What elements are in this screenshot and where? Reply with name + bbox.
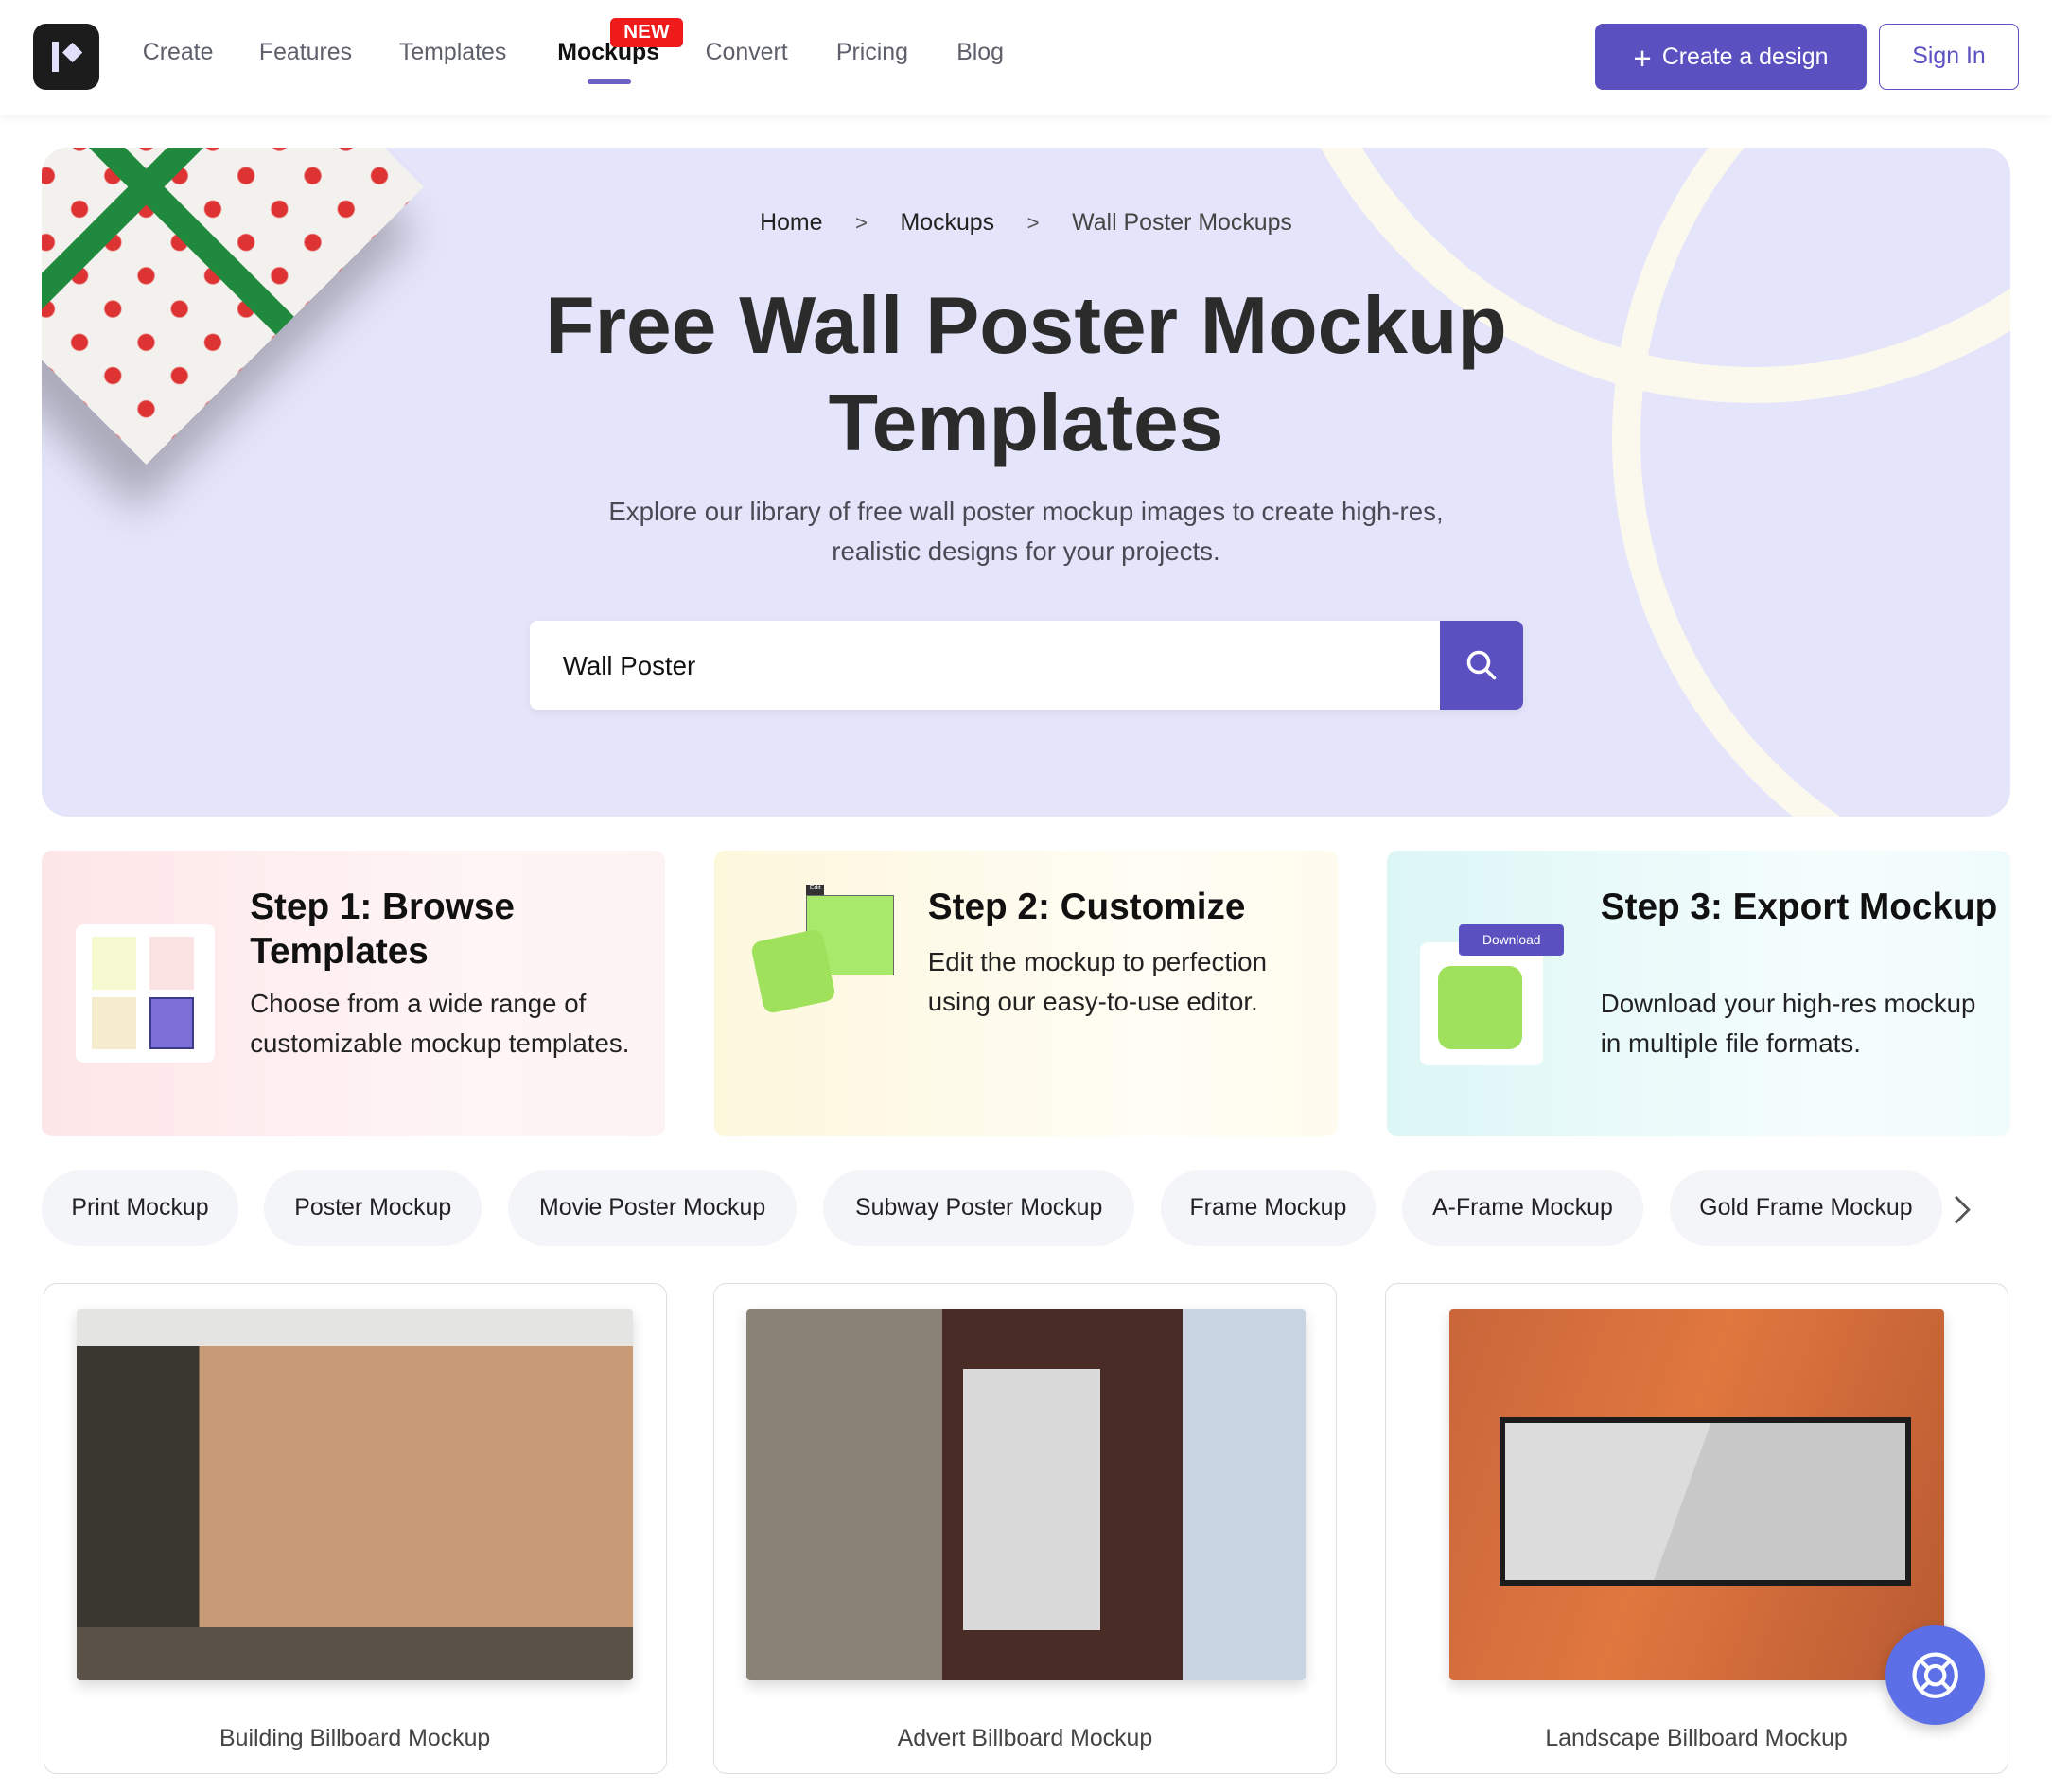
card-caption: Landscape Billboard Mockup (1545, 1724, 1848, 1751)
create-design-button[interactable]: + Create a design (1595, 23, 1867, 91)
step-title: Step 1: Browse Templates (250, 887, 515, 973)
mockup-card[interactable]: Advert Billboard Mockup (712, 1282, 1337, 1774)
breadcrumb-current: Wall Poster Mockups (1072, 209, 1292, 237)
search-bar (530, 620, 1524, 710)
new-badge: NEW (609, 18, 684, 47)
nav-pricing[interactable]: Pricing (836, 39, 908, 66)
desc-line: realistic designs for your projects. (832, 536, 1220, 566)
active-indicator (588, 79, 631, 84)
sign-in-button[interactable]: Sign In (1879, 23, 2019, 90)
chip[interactable]: Frame Mockup (1160, 1169, 1376, 1246)
step-card-export: Download Step 3: Export Mockup Download … (1387, 851, 2010, 1136)
decor-ring (1612, 148, 2010, 817)
search-icon (1466, 650, 1497, 679)
export-icon (1419, 941, 1543, 1065)
step-text: Edit the mockup to perfection using our … (927, 946, 1267, 1017)
breadcrumb: Home > Mockups > Wall Poster Mockups (0, 209, 2052, 237)
hero (42, 148, 2010, 817)
step-card-customize: Edit Step 2: Customize Edit the mockup t… (714, 851, 1338, 1136)
page-title: Free Wall Poster Mockup Templates (0, 277, 2052, 471)
create-design-label: Create a design (1661, 43, 1829, 70)
building-billboard-image (77, 1309, 634, 1680)
hero-description: Explore our library of free wall poster … (0, 492, 2052, 571)
chip[interactable]: Gold Frame Mockup (1670, 1169, 1942, 1246)
lifebuoy-icon (1912, 1652, 1959, 1698)
search-input[interactable] (530, 620, 1456, 710)
chevron-right-icon[interactable] (1945, 1184, 1979, 1236)
tshirt-image (749, 927, 837, 1015)
help-button[interactable] (1885, 1625, 1986, 1726)
chip[interactable]: Poster Mockup (264, 1169, 482, 1246)
chip[interactable]: Subway Poster Mockup (823, 1169, 1135, 1246)
mockup-card[interactable]: Building Billboard Mockup (43, 1282, 667, 1774)
breadcrumb-sep: > (1026, 211, 1040, 236)
step-text: Download your high-res mockup in multipl… (1600, 989, 1976, 1059)
nav-create[interactable]: Create (143, 39, 214, 66)
breadcrumb-home[interactable]: Home (760, 209, 822, 236)
download-label: Download (1459, 923, 1565, 956)
nav-convert[interactable]: Convert (706, 39, 788, 66)
card-caption: Advert Billboard Mockup (897, 1724, 1153, 1751)
breadcrumb-mockups[interactable]: Mockups (901, 209, 995, 236)
step-title: Step 3: Export Mockup (1600, 887, 1998, 928)
edit-label: Edit (806, 885, 825, 896)
title-line: Free Wall Poster Mockup (545, 280, 1507, 372)
landscape-billboard-image (1449, 1309, 1945, 1680)
step-text: Choose from a wide range of customizable… (250, 989, 630, 1059)
card-caption: Building Billboard Mockup (219, 1724, 491, 1751)
logo[interactable] (32, 23, 100, 91)
chip[interactable]: Print Mockup (42, 1169, 238, 1246)
plus-icon: + (1633, 41, 1652, 77)
breadcrumb-sep: > (855, 211, 868, 236)
step-card-browse: Step 1: Browse Templates Choose from a w… (42, 851, 665, 1136)
nav-templates[interactable]: Templates (399, 39, 506, 66)
chip[interactable]: Movie Poster Mockup (507, 1169, 798, 1246)
nav-features[interactable]: Features (259, 39, 352, 66)
desc-line: Explore our library of free wall poster … (608, 497, 1444, 527)
advert-billboard-image (746, 1309, 1307, 1680)
search-button[interactable] (1439, 620, 1524, 710)
step-title: Step 2: Customize (927, 887, 1246, 928)
top-nav: Create Features Templates Mockups NEW Co… (0, 0, 2052, 115)
nav-blog[interactable]: Blog (956, 39, 1004, 66)
chip[interactable]: A-Frame Mockup (1401, 1169, 1644, 1246)
browse-icon (76, 923, 215, 1063)
title-line: Templates (828, 377, 1224, 468)
